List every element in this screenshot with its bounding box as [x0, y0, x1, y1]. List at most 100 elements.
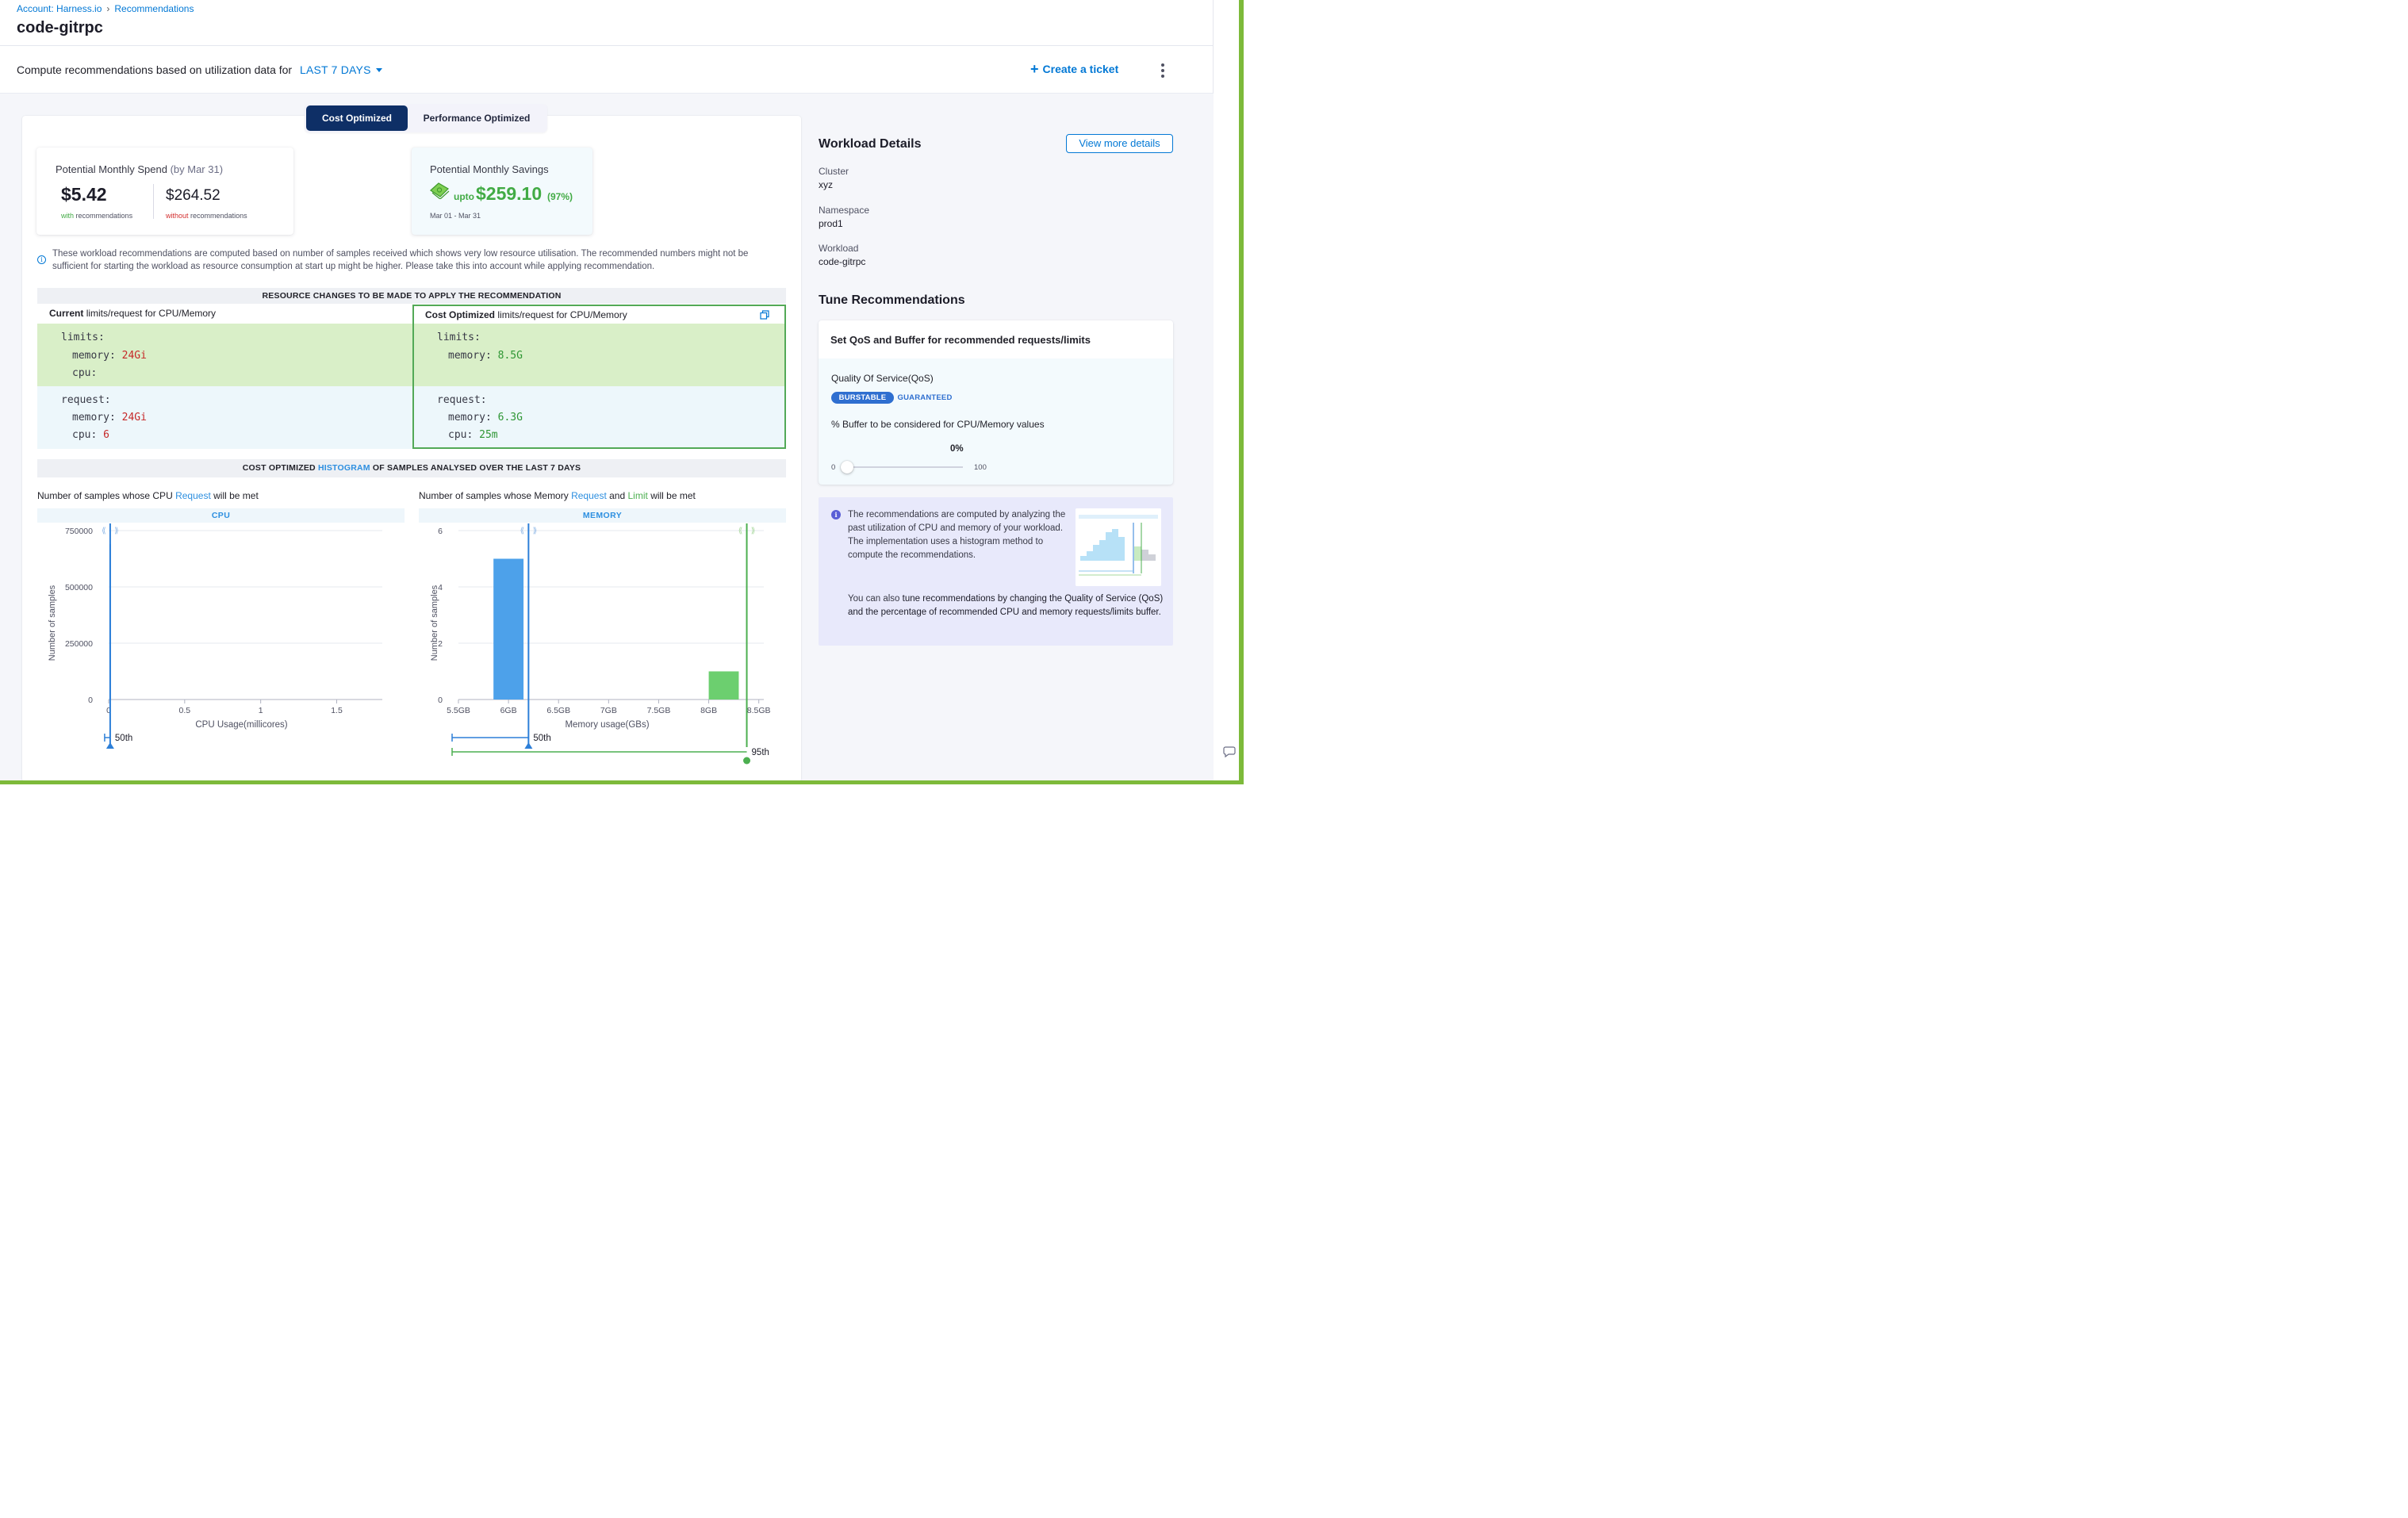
explanation-tune-text: You can also tune recommendations by cha…: [848, 594, 1164, 617]
memory-histogram-chart: 02465.5GB 6GB 6.5GB 7GB 7.5GB 8GB 8.5GBMemory …: [430, 523, 771, 765]
code-key: request:: [61, 394, 111, 406]
qos-burstable-option[interactable]: BURSTABLE: [831, 392, 894, 404]
breadcrumb: Account: Harness.io › Recommendations: [17, 3, 194, 14]
spend-without-label: without recommendations: [166, 212, 247, 220]
frame-bottom-border: [0, 780, 1244, 784]
period-dropdown[interactable]: LAST 7 DAYS: [300, 63, 382, 76]
code-key: request:: [437, 394, 487, 406]
page-title: code-gitrpc: [17, 19, 103, 36]
cluster-label: Cluster: [819, 166, 849, 177]
x-tick-label: 1.5: [331, 706, 343, 715]
drag-handle-icon: ⟪: [102, 527, 106, 535]
copy-icon[interactable]: [760, 310, 769, 320]
drag-handle-icon: ⟫: [533, 527, 538, 535]
code-key: limits:: [437, 332, 481, 343]
drag-handle-icon: ⟫: [751, 527, 756, 535]
spend-with-label: with recommendations: [61, 212, 133, 220]
breadcrumb-account-link[interactable]: Account: Harness.io: [17, 3, 102, 14]
period-value: LAST 7 DAYS: [300, 63, 371, 76]
x-tick-label: 5.5GB: [447, 706, 470, 715]
histogram-bar: [708, 671, 739, 700]
view-more-details-button[interactable]: View more details: [1066, 134, 1173, 153]
money-icon: [430, 182, 450, 199]
kebab-menu-icon[interactable]: [1158, 63, 1168, 78]
x-axis-label: CPU Usage(millicores): [195, 720, 287, 730]
y-axis-label: Number of samples: [430, 585, 439, 661]
period-label: Compute recommendations based on utiliza…: [17, 63, 293, 76]
chat-icon[interactable]: [1221, 746, 1236, 758]
drag-handle-icon: ⟪: [738, 527, 743, 535]
cpu-chart-band: CPU: [37, 508, 405, 523]
frame-right-border: [1239, 0, 1244, 784]
percentile-label: 50th: [115, 734, 132, 743]
workload-details-title: Workload Details: [819, 137, 922, 151]
performance-optimized-tab[interactable]: Performance Optimized: [408, 105, 546, 131]
monthly-spend-card: Potential Monthly Spend (by Mar 31) $5.4…: [36, 148, 293, 235]
current-column-heading: Current limits/request for CPU/Memory: [49, 308, 217, 319]
optimized-column-heading: Cost Optimized limits/request for CPU/Me…: [425, 309, 627, 320]
x-tick-label: 1: [259, 706, 263, 715]
qos-guaranteed-option[interactable]: GUARANTEED: [896, 392, 953, 404]
spend-title: Potential Monthly Spend (by Mar 31): [56, 163, 224, 175]
qos-label: Quality Of Service(QoS): [831, 373, 934, 384]
code-line: memory: 8.5G: [448, 350, 523, 362]
memory-chart-band: MEMORY: [419, 508, 786, 523]
explanation-panel: i The recommendations are computed by an…: [819, 497, 1173, 646]
slider-min-label: 0: [831, 463, 836, 472]
cost-optimized-tab[interactable]: Cost Optimized: [306, 105, 408, 131]
spend-without-value: $264.52: [166, 187, 220, 204]
x-tick-label: 7GB: [600, 706, 617, 715]
buffer-slider-track[interactable]: [847, 466, 963, 468]
code-line: cpu: 6: [72, 429, 109, 441]
create-ticket-button[interactable]: + Create a ticket: [1030, 61, 1119, 77]
percentile-handle-icon: [743, 757, 751, 765]
info-icon: i: [37, 255, 46, 264]
plus-icon: +: [1030, 61, 1039, 77]
workload-field: Workload code-gitrpc: [819, 243, 865, 267]
namespace-label: Namespace: [819, 205, 870, 216]
y-tick-label: 0: [438, 696, 443, 705]
cpu-histogram-chart: 02500005000007500000 0.5 1 1.5CPU Usage(mil…: [48, 523, 382, 749]
toolbar: Compute recommendations based on utiliza…: [0, 46, 1214, 94]
spend-with-value: $5.42: [61, 184, 107, 205]
code-line: memory: 6.3G: [448, 412, 523, 424]
cpu-chart-title: Number of samples whose CPU Request will…: [37, 490, 259, 501]
breadcrumb-recommendations-link[interactable]: Recommendations: [114, 3, 194, 14]
y-axis-label: Number of samples: [48, 585, 57, 661]
namespace-value: prod1: [819, 218, 843, 229]
explanation-text: The recommendations are computed by anal…: [848, 510, 1066, 560]
y-tick-label: 250000: [65, 639, 93, 649]
drag-handle-icon: ⟫: [114, 527, 119, 535]
cluster-value: xyz: [819, 179, 833, 190]
spend-divider: [153, 184, 154, 219]
savings-title: Potential Monthly Savings: [430, 163, 549, 175]
slider-max-label: 100: [974, 463, 987, 472]
y-tick-label: 6: [438, 527, 443, 536]
y-tick-label: 750000: [65, 527, 93, 536]
buffer-slider-handle[interactable]: [841, 461, 853, 473]
x-tick-label: 6GB: [500, 706, 517, 715]
code-line: cpu:: [72, 367, 98, 379]
info-icon: i: [831, 510, 841, 519]
histogram-bar: [493, 558, 524, 700]
optimized-values-frame: [412, 305, 786, 449]
histogram-link[interactable]: HISTOGRAM: [318, 463, 370, 473]
create-ticket-label: Create a ticket: [1042, 63, 1119, 75]
monthly-savings-card: Potential Monthly Savings upto $259.10 (…: [412, 148, 592, 235]
histogram-heading: COST OPTIMIZED HISTOGRAM OF SAMPLES ANAL…: [37, 459, 786, 477]
tune-card-title: Set QoS and Buffer for recommended reque…: [819, 320, 1173, 358]
workload-value: code-gitrpc: [819, 256, 866, 267]
tune-card: Set QoS and Buffer for recommended reque…: [819, 320, 1173, 485]
y-tick-label: 500000: [65, 583, 93, 592]
x-tick-label: 7.5GB: [647, 706, 671, 715]
x-tick-label: 8.5GB: [747, 706, 771, 715]
memory-chart-title: Number of samples whose Memory Request a…: [419, 490, 696, 501]
savings-amount: $259.10: [476, 183, 543, 204]
savings-range: Mar 01 - Mar 31: [430, 212, 481, 220]
page-header: Account: Harness.io › Recommendations co…: [0, 0, 1214, 46]
x-tick-label: 0.5: [179, 706, 191, 715]
savings-percent: (97%): [547, 191, 573, 202]
x-tick-label: 8GB: [700, 706, 717, 715]
buffer-value: 0%: [950, 444, 964, 454]
code-line: memory: 24Gi: [72, 412, 147, 424]
